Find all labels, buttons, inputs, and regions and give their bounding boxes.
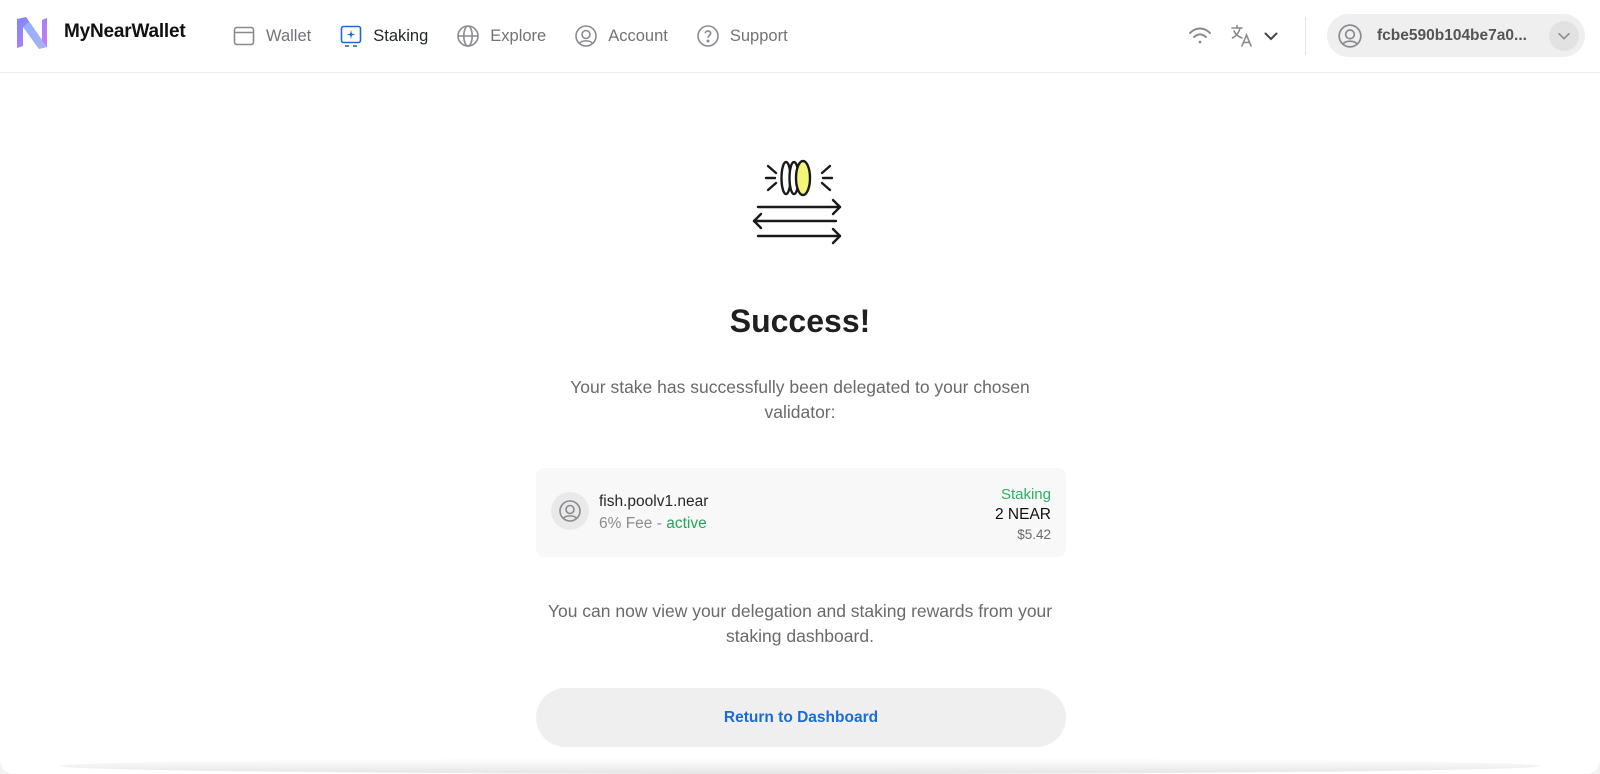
bottom-shadow	[60, 758, 1540, 774]
globe-icon	[457, 25, 480, 47]
nav-account[interactable]: Account	[574, 22, 668, 50]
validator-name: fish.poolv1.near	[599, 493, 709, 510]
success-title: Success!	[729, 303, 871, 339]
main-nav: Wallet Staking Explore Account Support	[232, 22, 816, 50]
nav-support[interactable]: Support	[696, 22, 788, 50]
validator-fee-text: 6% Fee -	[599, 515, 667, 532]
top-navbar: MyNearWallet Wallet Staking Explore Acco…	[0, 0, 1600, 73]
staking-icon	[340, 25, 362, 47]
account-dropdown-button[interactable]	[1549, 21, 1579, 51]
validator-state: active	[666, 515, 707, 532]
nav-wallet[interactable]: Wallet	[232, 22, 311, 50]
chevron-down-icon	[1558, 32, 1570, 40]
account-id: fcbe590b104be7a0...	[1377, 26, 1527, 44]
followup-description: You can now view your delegation and sta…	[547, 601, 1053, 646]
question-circle-icon	[697, 25, 719, 47]
staked-amount: 2 NEAR	[995, 506, 1051, 523]
translate-icon[interactable]	[1230, 23, 1254, 49]
validator-card[interactable]: fish.poolv1.near 6% Fee - active Staking…	[536, 468, 1066, 557]
success-description: Your stake has successfully been delegat…	[570, 377, 1030, 422]
nav-support-label: Support	[729, 26, 788, 45]
nav-wallet-label: Wallet	[266, 26, 312, 45]
validator-stake-summary: Staking 2 NEAR $5.42	[995, 485, 1051, 544]
app-window: MyNearWallet Wallet Staking Explore Acco…	[0, 0, 1600, 774]
return-to-dashboard-button[interactable]: Return to Dashboard	[536, 688, 1066, 747]
brand-name[interactable]: MyNearWallet	[64, 21, 186, 43]
validator-avatar-icon	[559, 500, 581, 522]
validator-avatar	[551, 492, 589, 530]
nav-staking[interactable]: Staking	[339, 22, 428, 50]
mynearwallet-logo-icon[interactable]	[14, 14, 50, 52]
staking-status: Staking	[1000, 486, 1051, 503]
nav-staking-label: Staking	[373, 26, 429, 45]
staking-coins-illustration	[752, 159, 842, 245]
nav-explore-label: Explore	[490, 26, 547, 45]
wifi-icon[interactable]	[1187, 23, 1213, 49]
nav-explore[interactable]: Explore	[456, 22, 546, 50]
validator-fee: 6% Fee - active	[599, 515, 707, 533]
chevron-down-icon[interactable]	[1262, 27, 1280, 45]
account-switcher[interactable]: fcbe590b104be7a0...	[1327, 14, 1585, 57]
nav-account-label: Account	[608, 26, 668, 45]
header-divider	[1305, 17, 1306, 55]
account-avatar-icon	[1338, 23, 1362, 48]
staked-usd-value: $5.42	[1017, 527, 1051, 542]
wallet-icon	[233, 26, 255, 46]
user-circle-icon	[575, 25, 598, 47]
